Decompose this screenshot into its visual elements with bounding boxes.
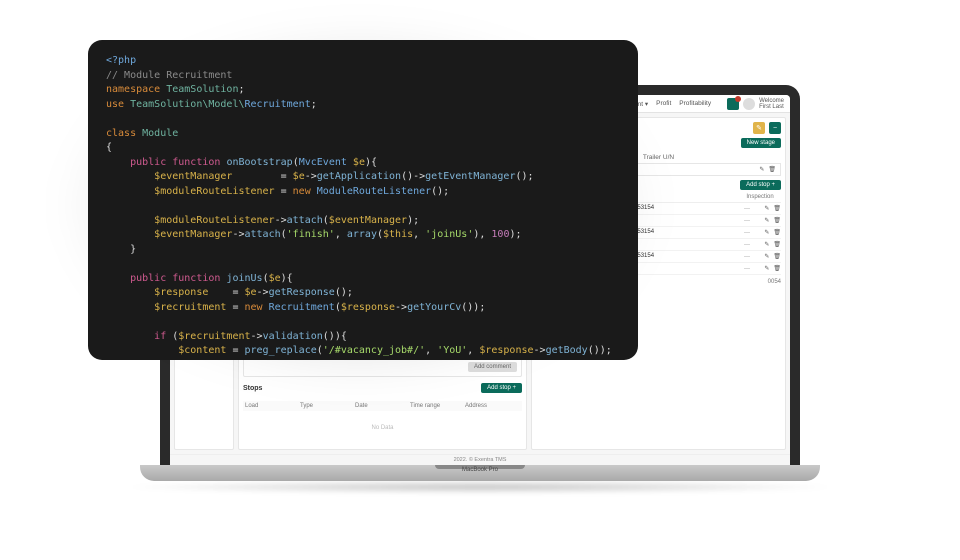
plus-icon: + — [512, 385, 516, 391]
code-editor: <?php // Module Recruitment namespace Te… — [88, 40, 638, 360]
trash-icon[interactable]: 🗑 — [773, 265, 781, 272]
row-inspection: — — [739, 218, 755, 224]
stops-table: Load Type Date Time range Address No Dat… — [243, 401, 522, 445]
nav-item[interactable]: Profit — [656, 100, 671, 108]
col-load: Load — [245, 403, 300, 409]
avatar[interactable] — [743, 98, 755, 110]
row-inspection: — — [739, 266, 755, 272]
row-inspection: — — [739, 242, 755, 248]
col-timerange: Time range — [410, 403, 465, 409]
pencil-icon[interactable]: ✎ — [764, 229, 769, 236]
notification-icon[interactable] — [727, 98, 739, 110]
stops-header: Load Type Date Time range Address — [243, 401, 522, 411]
hd-inspection: Inspection — [739, 194, 781, 200]
trash-icon[interactable]: 🗑 — [773, 217, 781, 224]
row-inspection: — — [739, 230, 755, 236]
add-stop-button-right[interactable]: Add stop + — [740, 180, 781, 190]
col-address: Address — [465, 403, 520, 409]
pencil-icon[interactable]: ✎ — [764, 265, 769, 272]
plus-icon: + — [771, 182, 775, 188]
laptop-base: MacBook Pro — [140, 465, 820, 481]
app-footer: 2022. © Exentra TMS — [170, 454, 790, 465]
user-welcome: Welcome — [759, 98, 784, 104]
minus-icon: − — [773, 125, 777, 132]
new-stage-button[interactable]: New stage — [741, 138, 781, 148]
col-date: Date — [355, 403, 410, 409]
col-type: Type — [300, 403, 355, 409]
stops-empty: No Data — [243, 411, 522, 445]
row-inspection: — — [739, 206, 755, 212]
add-comment-button[interactable]: Add comment — [468, 362, 517, 372]
chevron-down-icon: ▾ — [645, 101, 648, 108]
user-box[interactable]: Welcome First Last — [727, 98, 784, 110]
pencil-icon[interactable]: ✎ — [764, 205, 769, 212]
trash-icon[interactable]: 🗑 — [768, 166, 776, 173]
trash-icon[interactable]: 🗑 — [773, 205, 781, 212]
pencil-icon[interactable]: ✎ — [764, 253, 769, 260]
pencil-icon[interactable]: ✎ — [764, 217, 769, 224]
user-name: First Last — [759, 104, 784, 110]
pencil-icon: ✎ — [756, 124, 762, 132]
nav-item[interactable]: Profitability — [679, 100, 711, 108]
laptop-brand: MacBook Pro — [462, 467, 498, 473]
row-inspection: — — [739, 254, 755, 260]
pencil-icon[interactable]: ✎ — [764, 241, 769, 248]
add-stop-button[interactable]: Add stop + — [481, 383, 522, 393]
action-button[interactable]: − — [769, 122, 781, 134]
trash-icon[interactable]: 🗑 — [773, 241, 781, 248]
footer-code-b: 0054 — [768, 279, 781, 285]
trash-icon[interactable]: 🗑 — [773, 229, 781, 236]
edit-button[interactable]: ✎ — [753, 122, 765, 134]
pencil-icon[interactable]: ✎ — [759, 166, 764, 173]
stops-title: Stops — [243, 385, 262, 392]
trash-icon[interactable]: 🗑 — [773, 253, 781, 260]
